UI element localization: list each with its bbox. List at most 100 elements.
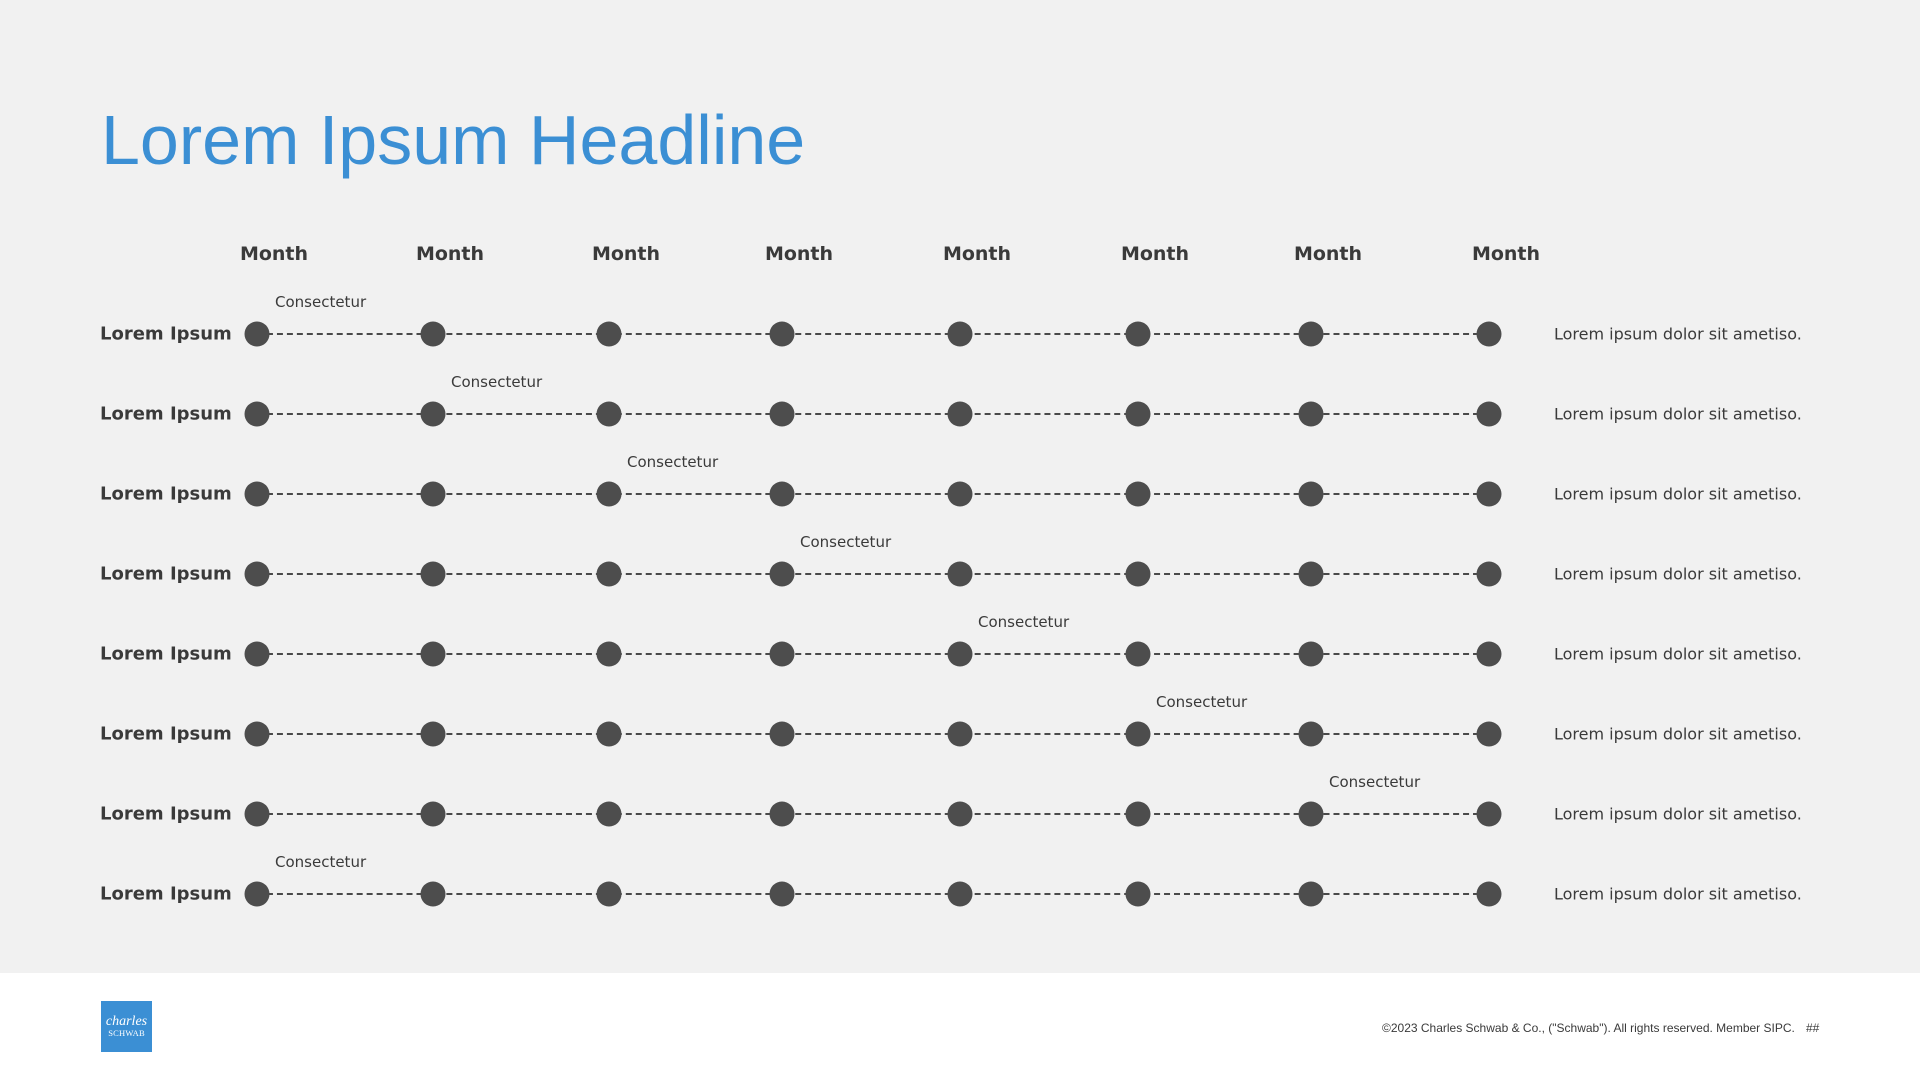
timeline-dot	[1476, 641, 1502, 667]
timeline-dot	[769, 481, 795, 507]
timeline-dot	[420, 321, 446, 347]
month-header: Month	[942, 243, 1012, 265]
timeline-dot	[1298, 721, 1324, 747]
milestone-callout: Consectetur	[978, 613, 1070, 631]
timeline-dot	[1298, 561, 1324, 587]
milestone-callout: Consectetur	[800, 533, 892, 551]
timeline-dot	[769, 561, 795, 587]
timeline-dot	[596, 481, 622, 507]
timeline-dot	[1476, 481, 1502, 507]
timeline-dot	[596, 401, 622, 427]
timeline-dot	[420, 561, 446, 587]
month-header: Month	[1120, 243, 1190, 265]
row-note: Lorem ipsum dolor sit ametiso.	[1554, 804, 1802, 824]
timeline-dot	[244, 721, 270, 747]
row-label: Lorem Ipsum	[100, 643, 232, 665]
timeline-dot	[244, 801, 270, 827]
row-label: Lorem Ipsum	[100, 803, 232, 825]
row-note: Lorem ipsum dolor sit ametiso.	[1554, 404, 1802, 424]
timeline-dot	[1476, 721, 1502, 747]
row-label: Lorem Ipsum	[100, 483, 232, 505]
row-note: Lorem ipsum dolor sit ametiso.	[1554, 324, 1802, 344]
timeline-dot	[596, 801, 622, 827]
timeline-dot	[769, 401, 795, 427]
row-label: Lorem Ipsum	[100, 723, 232, 745]
timeline-dot	[769, 881, 795, 907]
month-header: Month	[1293, 243, 1363, 265]
timeline-dot	[1476, 401, 1502, 427]
timeline-dot	[947, 481, 973, 507]
timeline-dot	[1298, 641, 1324, 667]
timeline-dot	[1476, 321, 1502, 347]
row-label: Lorem Ipsum	[100, 563, 232, 585]
timeline-dot	[1125, 321, 1151, 347]
timeline-dot	[947, 881, 973, 907]
logo-text-top: charles	[105, 1014, 148, 1029]
timeline-dot	[1125, 481, 1151, 507]
timeline-dot	[1476, 561, 1502, 587]
charles-schwab-logo-icon: charles SCHWAB	[101, 1001, 152, 1052]
timeline-dot	[1298, 481, 1324, 507]
timeline-dot	[1298, 881, 1324, 907]
timeline-dot	[596, 641, 622, 667]
timeline-dot	[1125, 641, 1151, 667]
timeline-dot	[1125, 881, 1151, 907]
timeline-dot	[596, 881, 622, 907]
milestone-callout: Consectetur	[275, 293, 367, 311]
timeline-dot	[244, 481, 270, 507]
timeline-dot	[420, 801, 446, 827]
milestone-callout: Consectetur	[1156, 693, 1248, 711]
timeline-dot	[596, 561, 622, 587]
timeline-dot	[244, 641, 270, 667]
timeline-dot	[1125, 721, 1151, 747]
row-note: Lorem ipsum dolor sit ametiso.	[1554, 884, 1802, 904]
timeline-dot	[947, 641, 973, 667]
timeline-dot	[596, 721, 622, 747]
timeline-dot	[1298, 321, 1324, 347]
timeline-dot	[420, 401, 446, 427]
row-label: Lorem Ipsum	[100, 883, 232, 905]
timeline-dot	[1125, 561, 1151, 587]
timeline-dot	[1476, 801, 1502, 827]
row-label: Lorem Ipsum	[100, 403, 232, 425]
timeline-dot	[1298, 801, 1324, 827]
row-label: Lorem Ipsum	[100, 323, 232, 345]
page-title: Lorem Ipsum Headline	[101, 101, 806, 179]
timeline-dot	[769, 801, 795, 827]
row-note: Lorem ipsum dolor sit ametiso.	[1554, 724, 1802, 744]
milestone-callout: Consectetur	[1329, 773, 1421, 791]
timeline-dot	[1125, 801, 1151, 827]
milestone-callout: Consectetur	[627, 453, 719, 471]
timeline-dot	[947, 561, 973, 587]
timeline-dot	[947, 721, 973, 747]
milestone-callout: Consectetur	[451, 373, 543, 391]
row-note: Lorem ipsum dolor sit ametiso.	[1554, 564, 1802, 584]
timeline-dot	[769, 321, 795, 347]
timeline-dot	[947, 321, 973, 347]
logo-text-bottom: SCHWAB	[108, 1028, 145, 1038]
timeline-dot	[244, 321, 270, 347]
timeline-dot	[420, 721, 446, 747]
page-number: ##	[1806, 1021, 1820, 1035]
timeline-dot	[1298, 401, 1324, 427]
timeline-dot	[244, 561, 270, 587]
timeline-dot	[769, 641, 795, 667]
slide-area: Lorem Ipsum Headline Month Month Month Mont…	[0, 0, 1920, 973]
timeline-dot	[947, 801, 973, 827]
timeline-dot	[420, 481, 446, 507]
timeline-dot	[1125, 401, 1151, 427]
timeline-dot	[244, 881, 270, 907]
row-note: Lorem ipsum dolor sit ametiso.	[1554, 644, 1802, 664]
timeline-dot	[420, 641, 446, 667]
copyright-text: ©2023 Charles Schwab & Co., ("Schwab"). …	[1382, 1021, 1795, 1035]
timeline-dot	[947, 401, 973, 427]
month-header: Month	[591, 243, 661, 265]
month-header: Month	[239, 243, 309, 265]
month-header: Month	[1471, 243, 1541, 265]
timeline-dot	[769, 721, 795, 747]
timeline-dot	[420, 881, 446, 907]
timeline-dot	[1476, 881, 1502, 907]
timeline-dot	[244, 401, 270, 427]
row-note: Lorem ipsum dolor sit ametiso.	[1554, 484, 1802, 504]
month-header: Month	[415, 243, 485, 265]
